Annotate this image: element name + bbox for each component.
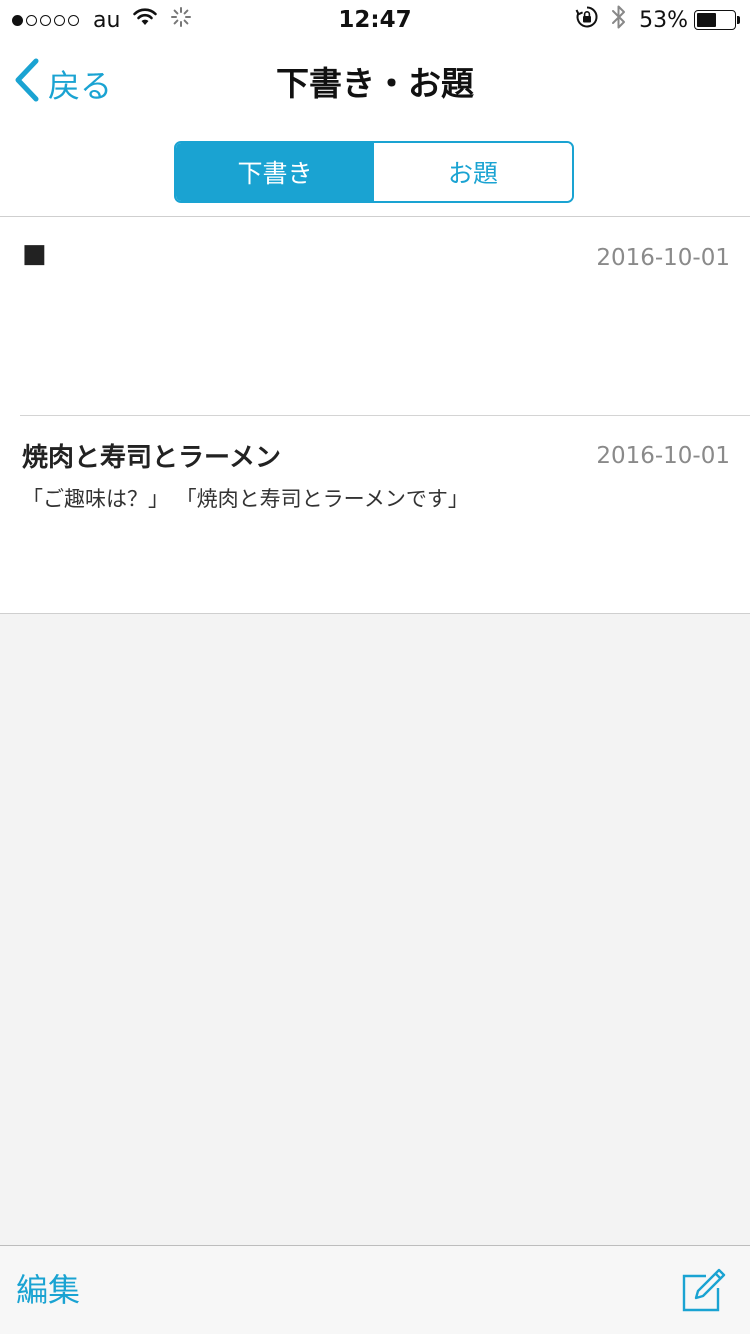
back-label: 戻る: [48, 67, 113, 105]
signal-dot: [54, 14, 65, 26]
list-item[interactable]: ■ 2016-10-01: [0, 217, 750, 415]
signal-dot: [68, 14, 79, 26]
signal-dot: [40, 14, 51, 26]
segmented-control: 下書き お題: [174, 141, 574, 203]
draft-title: 焼肉と寿司とラーメン: [22, 443, 281, 473]
activity-spinner-icon: [170, 6, 192, 34]
edit-button[interactable]: 編集: [16, 1246, 80, 1334]
draft-title: ■: [22, 239, 47, 269]
rotation-lock-icon: [575, 5, 599, 35]
compose-icon: [680, 1268, 728, 1318]
status-right: 53%: [575, 0, 740, 40]
segment-topics[interactable]: お題: [374, 143, 572, 201]
status-bar: au 12:47 53%: [0, 0, 750, 40]
draft-date: 2016-10-01: [596, 245, 730, 271]
battery-icon: [694, 10, 740, 30]
cellular-signal-icon: [12, 14, 79, 26]
chevron-left-icon: [14, 58, 40, 110]
bluetooth-icon: [611, 4, 627, 36]
signal-dot: [26, 14, 37, 26]
draft-list: ■ 2016-10-01 焼肉と寿司とラーメン 2016-10-01 「ご趣味は…: [0, 216, 750, 614]
back-button[interactable]: 戻る: [14, 40, 112, 128]
battery-level-fill: [697, 13, 717, 27]
segment-drafts[interactable]: 下書き: [176, 143, 374, 201]
draft-preview: 「ご趣味は？」 「焼肉と寿司とラーメンです」: [22, 487, 469, 511]
battery-percentage: 53%: [639, 7, 688, 33]
draft-date: 2016-10-01: [596, 443, 730, 469]
signal-dot: [12, 14, 23, 26]
list-item[interactable]: 焼肉と寿司とラーメン 2016-10-01 「ご趣味は？」 「焼肉と寿司とラーメ…: [0, 415, 750, 613]
status-left: au: [12, 0, 192, 40]
drafts-screen: au 12:47 53% 戻る 下書き・お題 下書き お題 ■ 2016-10-…: [0, 0, 750, 1334]
page-title: 下書き・お題: [276, 64, 474, 103]
wifi-icon: [132, 7, 158, 33]
segment-area: 下書き お題: [0, 128, 750, 216]
compose-button[interactable]: [680, 1266, 728, 1314]
bottom-toolbar: 編集: [0, 1245, 750, 1334]
navigation-bar: 戻る 下書き・お題: [0, 40, 750, 128]
carrier-name: au: [93, 7, 121, 33]
